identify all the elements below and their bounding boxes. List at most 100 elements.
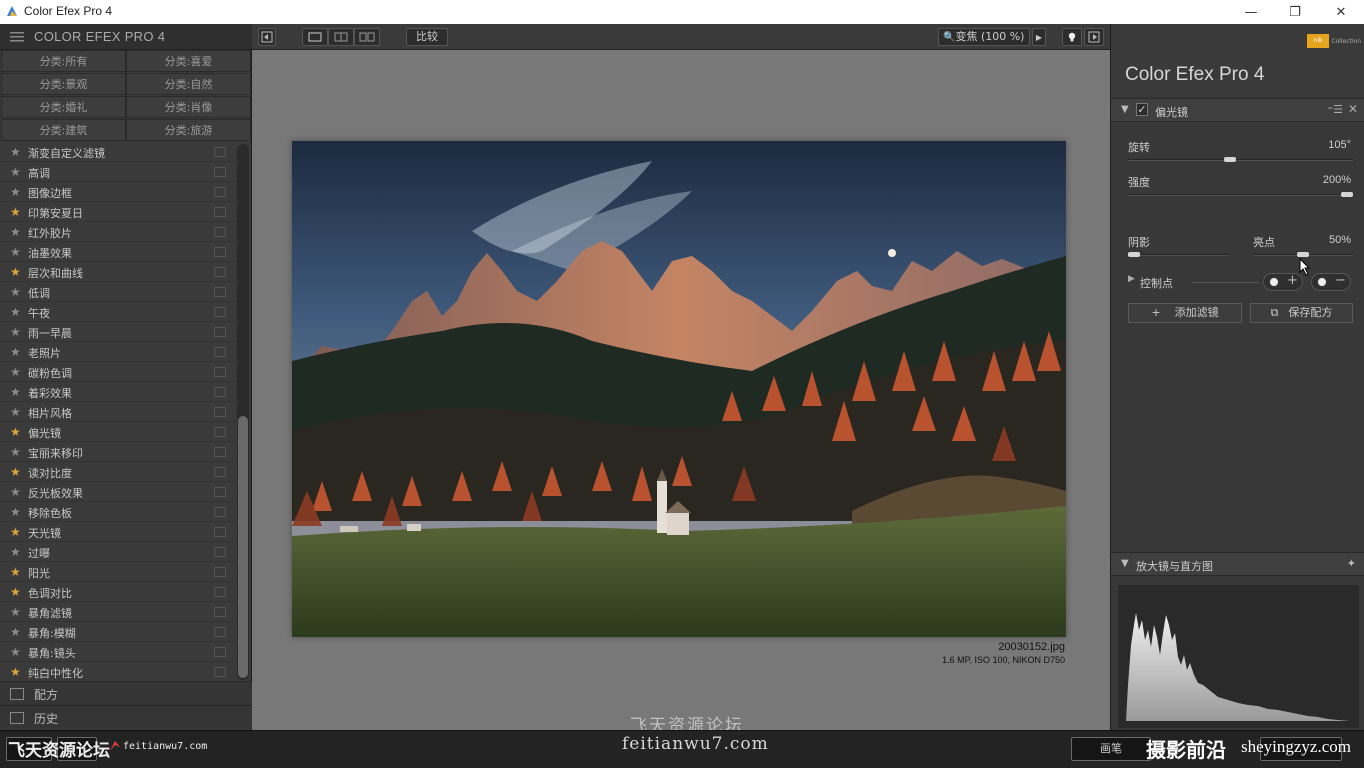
favorite-star-icon[interactable]: ★ xyxy=(10,185,21,199)
filter-list-item[interactable]: ★ 油墨效果 xyxy=(0,242,236,262)
favorite-star-icon[interactable]: ★ xyxy=(10,525,21,539)
filter-list-item[interactable]: ★ 暴角:模糊 xyxy=(0,622,236,642)
collapse-triangle-icon[interactable]: ▼ xyxy=(1121,104,1129,115)
highlights-slider-handle[interactable] xyxy=(1297,252,1309,257)
favorite-star-icon[interactable]: ★ xyxy=(10,145,21,159)
category-button[interactable]: 分类:所有 xyxy=(1,50,126,72)
filter-list-item[interactable]: ★ 层次和曲线 xyxy=(0,262,236,282)
favorite-star-icon[interactable]: ★ xyxy=(10,265,21,279)
filter-list-item[interactable]: ★ 相片风格 xyxy=(0,402,236,422)
minimize-button[interactable]: — xyxy=(1228,0,1274,24)
filter-copy-icon[interactable] xyxy=(214,207,226,217)
zoom-dropdown[interactable]: 🔍变焦 (100 %) xyxy=(938,28,1030,46)
category-button[interactable]: 分类:景观 xyxy=(1,73,126,95)
pin-icon[interactable]: ✦ xyxy=(1347,557,1356,570)
favorite-star-icon[interactable]: ★ xyxy=(10,325,21,339)
filter-list-item[interactable]: ★ 过曝 xyxy=(0,542,236,562)
filter-list-item[interactable]: ★ 碳粉色调 xyxy=(0,362,236,382)
category-button[interactable]: 分类:自然 xyxy=(126,73,251,95)
favorite-star-icon[interactable]: ★ xyxy=(10,565,21,579)
scrollbar-thumb[interactable] xyxy=(238,416,248,678)
filter-list-item[interactable]: ★ 阳光 xyxy=(0,562,236,582)
filter-list-item[interactable]: ★ 红外胶片 xyxy=(0,222,236,242)
menu-icon[interactable] xyxy=(10,31,24,43)
filter-copy-icon[interactable] xyxy=(214,147,226,157)
filter-list-item[interactable]: ★ 雨一早晨 xyxy=(0,322,236,342)
filter-list-item[interactable]: ★ 午夜 xyxy=(0,302,236,322)
close-icon[interactable]: ✕ xyxy=(1348,102,1358,116)
single-view-button[interactable] xyxy=(302,28,328,46)
favorite-star-icon[interactable]: ★ xyxy=(10,505,21,519)
brush-button[interactable]: 画笔 xyxy=(1071,737,1151,761)
favorite-star-icon[interactable]: ★ xyxy=(10,165,21,179)
filter-list-item[interactable]: ★ 高调 xyxy=(0,162,236,182)
category-button[interactable]: 分类:婚礼 xyxy=(1,96,126,118)
background-toggle-button[interactable] xyxy=(1062,28,1082,46)
filter-list-item[interactable]: ★ 暴角滤镜 xyxy=(0,602,236,622)
filter-copy-icon[interactable] xyxy=(214,467,226,477)
filter-copy-icon[interactable] xyxy=(214,307,226,317)
filter-list-item[interactable]: ★ 暴角:镜头 xyxy=(0,642,236,662)
favorite-star-icon[interactable]: ★ xyxy=(10,665,21,679)
save-recipe-button[interactable]: ⧉ 保存配方 xyxy=(1250,303,1353,323)
filter-copy-icon[interactable] xyxy=(214,287,226,297)
filter-copy-icon[interactable] xyxy=(214,587,226,597)
filter-copy-icon[interactable] xyxy=(214,367,226,377)
favorite-star-icon[interactable]: ★ xyxy=(10,345,21,359)
recipes-section[interactable]: 配方 xyxy=(0,681,252,705)
filter-list-scrollbar[interactable] xyxy=(237,144,249,680)
filter-copy-icon[interactable] xyxy=(214,427,226,437)
compare-button[interactable]: 比较 xyxy=(406,28,448,46)
favorite-star-icon[interactable]: ★ xyxy=(10,485,21,499)
favorite-star-icon[interactable]: ★ xyxy=(10,605,21,619)
filter-copy-icon[interactable] xyxy=(214,227,226,237)
hide-right-panel-button[interactable] xyxy=(1084,28,1104,46)
collapse-triangle-icon[interactable]: ▼ xyxy=(1121,558,1129,569)
filter-options-icon[interactable]: ⁼☰ xyxy=(1327,103,1343,116)
filter-list-item[interactable]: ★ 色调对比 xyxy=(0,582,236,602)
close-button[interactable]: ✕ xyxy=(1318,0,1364,24)
filter-copy-icon[interactable] xyxy=(214,447,226,457)
favorite-star-icon[interactable]: ★ xyxy=(10,545,21,559)
filter-list-item[interactable]: ★ 反光板效果 xyxy=(0,482,236,502)
shadows-slider[interactable] xyxy=(1128,254,1228,256)
filter-copy-icon[interactable] xyxy=(214,647,226,657)
favorite-star-icon[interactable]: ★ xyxy=(10,205,21,219)
favorite-star-icon[interactable]: ★ xyxy=(10,425,21,439)
filter-copy-icon[interactable] xyxy=(214,567,226,577)
filter-copy-icon[interactable] xyxy=(214,247,226,257)
add-control-point-button[interactable]: + xyxy=(1263,273,1303,291)
filter-list-item[interactable]: ★ 印第安夏日 xyxy=(0,202,236,222)
restore-button[interactable]: ❐ xyxy=(1272,0,1318,24)
filter-copy-icon[interactable] xyxy=(214,187,226,197)
rotation-slider[interactable] xyxy=(1128,159,1353,161)
filter-list-item[interactable]: ★ 渐变自定义滤镜 xyxy=(0,142,236,162)
filter-list-item[interactable]: ★ 读对比度 xyxy=(0,462,236,482)
filter-list-item[interactable]: ★ 宝丽来移印 xyxy=(0,442,236,462)
add-filter-button[interactable]: + 添加滤镜 xyxy=(1128,303,1242,323)
category-button[interactable]: 分类:喜爱 xyxy=(126,50,251,72)
favorite-star-icon[interactable]: ★ xyxy=(10,385,21,399)
strength-slider[interactable] xyxy=(1128,194,1353,196)
filter-copy-icon[interactable] xyxy=(214,667,226,677)
filter-copy-icon[interactable] xyxy=(214,387,226,397)
favorite-star-icon[interactable]: ★ xyxy=(10,245,21,259)
filter-copy-icon[interactable] xyxy=(214,607,226,617)
filter-list-item[interactable]: ★ 图像边框 xyxy=(0,182,236,202)
split-view-button[interactable] xyxy=(328,28,354,46)
filter-copy-icon[interactable] xyxy=(214,407,226,417)
filter-list-item[interactable]: ★ 老照片 xyxy=(0,342,236,362)
history-section[interactable]: 历史 xyxy=(0,705,252,729)
category-button[interactable]: 分类:肖像 xyxy=(126,96,251,118)
filter-copy-icon[interactable] xyxy=(214,487,226,497)
filter-copy-icon[interactable] xyxy=(214,627,226,637)
filter-list-item[interactable]: ★ 天光镜 xyxy=(0,522,236,542)
favorite-star-icon[interactable]: ★ xyxy=(10,625,21,639)
filter-list-item[interactable]: ★ 偏光镜 xyxy=(0,422,236,442)
favorite-star-icon[interactable]: ★ xyxy=(10,645,21,659)
favorite-star-icon[interactable]: ★ xyxy=(10,285,21,299)
strength-slider-handle[interactable] xyxy=(1341,192,1353,197)
filter-enable-checkbox[interactable]: ✓ xyxy=(1136,103,1148,116)
shadows-slider-handle[interactable] xyxy=(1128,252,1140,257)
filter-copy-icon[interactable] xyxy=(214,267,226,277)
